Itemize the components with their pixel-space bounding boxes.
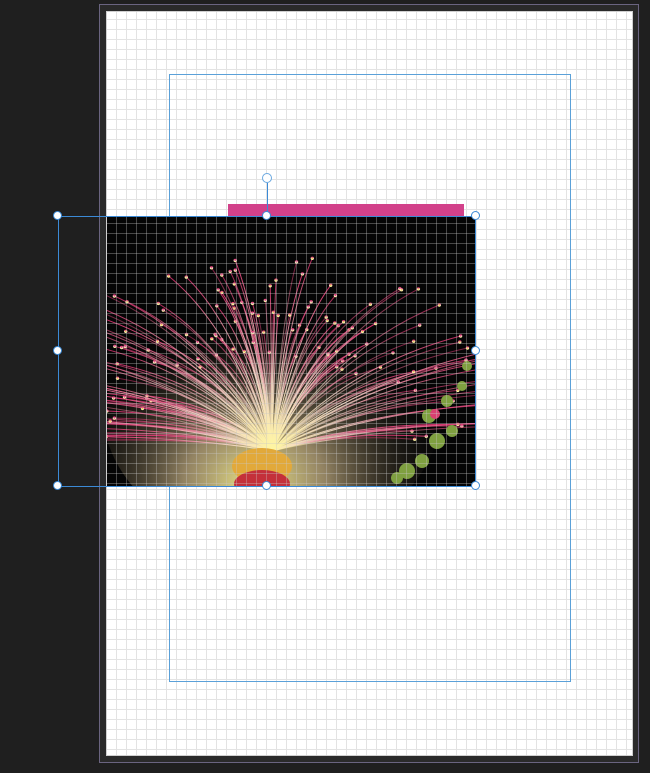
flower-anther	[411, 369, 416, 374]
flower-anther	[373, 321, 378, 326]
flower-anther	[391, 351, 395, 355]
flower-anther	[242, 349, 247, 354]
flower-anther	[368, 302, 373, 306]
flower-anther	[291, 328, 295, 332]
flower-anther	[354, 371, 358, 376]
flower-anther	[360, 329, 365, 334]
flower-anther	[108, 419, 112, 423]
flower-anther	[458, 334, 463, 338]
flower-anther	[267, 350, 272, 354]
flower-anther	[335, 365, 339, 369]
flower-anther	[437, 303, 441, 307]
flower-anther	[124, 329, 128, 334]
flower-anther	[458, 340, 462, 344]
flower-anther	[155, 339, 160, 343]
flower-image-graphic	[107, 216, 476, 487]
flower-anther	[210, 337, 214, 341]
flower-anther	[413, 437, 417, 441]
flower-anther	[263, 298, 268, 303]
flower-anther	[294, 260, 299, 264]
flower-anther	[329, 283, 333, 287]
flower-anther	[333, 293, 338, 298]
handle-middle-right[interactable]	[471, 346, 480, 355]
flower-anther	[215, 304, 219, 308]
flower-anther	[231, 301, 235, 306]
flower-anther	[123, 344, 127, 349]
flower-anther	[140, 406, 145, 411]
flower-anther	[228, 269, 232, 274]
flower-anther	[340, 367, 344, 371]
flower-anther	[418, 323, 422, 327]
handle-bottom-center[interactable]	[262, 481, 271, 490]
flower-anther	[324, 315, 328, 319]
flower-anther	[300, 272, 305, 276]
flower-anther	[113, 344, 117, 349]
flower-anther	[398, 286, 402, 291]
flower-anther	[115, 376, 120, 380]
flower-anther	[276, 313, 280, 318]
handle-bottom-right[interactable]	[471, 481, 480, 490]
flower-anther	[216, 288, 220, 292]
flower-anther	[209, 266, 214, 270]
flower-anther	[175, 363, 179, 367]
rotate-handle-icon[interactable]	[262, 173, 272, 183]
flower-anther	[214, 333, 218, 338]
flower-anther	[112, 416, 117, 420]
flower-anther	[465, 346, 470, 350]
flower-anther	[107, 409, 109, 413]
flower-anther	[156, 301, 160, 306]
flower-anther	[251, 330, 255, 335]
flower-anther	[125, 300, 129, 304]
flower-anther	[233, 268, 238, 272]
flower-anther	[262, 330, 266, 334]
flower-anther	[196, 357, 200, 361]
flower-anther	[250, 301, 255, 306]
flower-anther	[152, 360, 157, 364]
flower-anther	[250, 311, 255, 315]
flower-anther	[119, 345, 124, 350]
flower-anther	[412, 339, 416, 343]
flower-anther	[424, 434, 428, 438]
workspace-pasteboard[interactable]	[0, 0, 650, 773]
flower-anther	[161, 308, 165, 312]
flower-anther	[274, 278, 278, 282]
flower-anther	[251, 340, 255, 344]
flower-anther	[464, 358, 468, 362]
flower-anther	[184, 332, 189, 337]
handle-top-right[interactable]	[471, 211, 480, 220]
flower-anther	[233, 258, 237, 263]
flower-anther	[195, 340, 200, 345]
flower-anther	[268, 284, 272, 288]
flower-anther	[288, 313, 292, 317]
flower-anther	[220, 273, 224, 277]
handle-top-center[interactable]	[262, 211, 271, 220]
flower-anther	[333, 321, 337, 325]
flower-anther	[310, 256, 315, 260]
flower-anther	[325, 318, 329, 323]
flower-anther	[416, 287, 421, 291]
flower-anther	[309, 300, 313, 304]
flower-anther	[159, 322, 164, 327]
flower-image[interactable]	[107, 216, 476, 487]
flower-anther	[341, 320, 346, 324]
flower-anther	[112, 294, 117, 298]
flower-anther	[184, 275, 189, 279]
flower-anther	[231, 347, 235, 351]
handle-top-left[interactable]	[53, 211, 62, 220]
flower-anther	[256, 313, 261, 318]
handle-bottom-left[interactable]	[53, 481, 62, 490]
flower-anther	[111, 396, 116, 400]
handle-middle-left[interactable]	[53, 346, 62, 355]
flower-anther	[166, 274, 171, 278]
flower-anther	[306, 305, 311, 309]
